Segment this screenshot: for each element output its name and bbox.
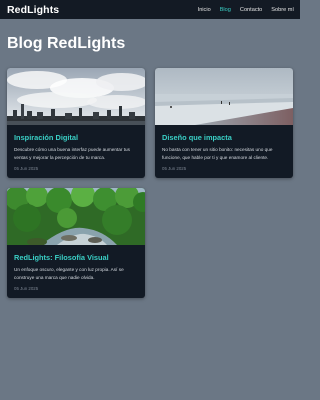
post-card[interactable]: Diseño que impacta No basta con tener un…	[155, 68, 293, 178]
brand-logo[interactable]: RedLights	[7, 4, 59, 16]
page-title: Blog RedLights	[7, 35, 126, 52]
post-date: 05 Jun 2025	[14, 286, 39, 291]
nav-sobre-mi[interactable]: Sobre mí	[271, 7, 294, 13]
post-excerpt: No basta con tener un sitio bonito: nece…	[162, 147, 273, 160]
post-image-beach[interactable]	[155, 68, 293, 125]
post-date: 05 Jun 2025	[162, 166, 187, 171]
main-nav: Inicio Blog Contacto Sobre mí	[198, 7, 294, 13]
post-card[interactable]: Inspiración Digital Descubre cómo una bu…	[7, 68, 145, 178]
post-date: 05 Jun 2025	[14, 166, 39, 171]
post-title[interactable]: Diseño que impacta	[162, 133, 287, 142]
post-card[interactable]: RedLights: Filosofía Visual Un enfoque o…	[7, 188, 145, 298]
post-image-forest-river[interactable]	[7, 188, 145, 245]
top-navbar: RedLights Inicio Blog Contacto Sobre mí	[0, 0, 300, 19]
post-title[interactable]: RedLights: Filosofía Visual	[14, 253, 139, 262]
post-title[interactable]: Inspiración Digital	[14, 133, 139, 142]
nav-contacto[interactable]: Contacto	[240, 7, 262, 13]
post-image-city-skyline[interactable]	[7, 68, 145, 125]
nav-inicio[interactable]: Inicio	[198, 7, 211, 13]
post-excerpt: Descubre cómo una buena interfaz puede a…	[14, 147, 130, 160]
post-excerpt: Un enfoque oscuro, elegante y con luz pr…	[14, 267, 124, 280]
nav-blog[interactable]: Blog	[220, 7, 231, 13]
